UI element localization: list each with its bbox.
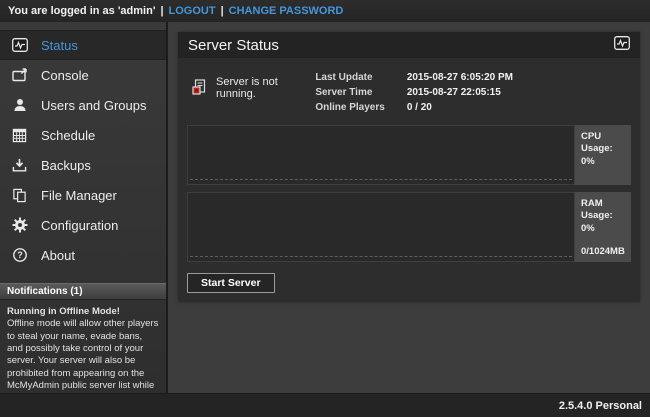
info-value: 2015-08-27 6:05:20 PM [407,70,513,85]
info-value: 0 / 20 [407,100,513,115]
sidebar-item-users-and-groups[interactable]: Users and Groups [0,90,166,120]
sidebar-item-label: Users and Groups [41,98,147,113]
sidebar-item-file-manager[interactable]: File Manager [0,180,166,210]
graph-baseline [190,179,572,180]
backups-icon [11,157,28,174]
sidebar-item-label: Configuration [41,218,118,233]
cpu-usage-graph [187,125,575,185]
panel-header: Server Status [178,32,640,58]
svg-text:?: ? [17,250,23,260]
table-row: Server Time 2015-08-27 22:05:15 [315,85,513,100]
server-status-panel: Server Status Server is not running. [178,32,640,302]
main-content: Server Status Server is not running. [168,22,650,393]
separator: | [221,5,224,17]
cpu-usage-info: CPU Usage: 0% [575,125,631,185]
users-icon [11,97,28,114]
server-status-message: Server is not running. [191,70,315,100]
sidebar-item-about[interactable]: ? About [0,240,166,270]
info-label: Last Update [315,70,406,85]
sidebar: Status Console Users and Groups [0,22,168,393]
table-row: Last Update 2015-08-27 6:05:20 PM [315,70,513,85]
ram-usage-info: RAM Usage: 0% 0/1024MB [575,192,631,262]
schedule-icon [11,127,28,144]
footer: 2.5.4.0 Personal [0,393,650,417]
status-info-row: Server is not running. Last Update 2015-… [187,66,631,125]
sidebar-item-backups[interactable]: Backups [0,150,166,180]
table-row: Online Players 0 / 20 [315,100,513,115]
sidebar-item-label: About [41,248,75,263]
change-password-link[interactable]: CHANGE PASSWORD [229,5,344,17]
activity-icon [11,37,28,54]
help-icon: ? [11,247,28,264]
sidebar-item-label: Console [41,68,89,83]
file-manager-icon [11,187,28,204]
ram-usage-value: 0% [581,223,627,235]
logged-in-text: You are logged in as 'admin' [8,5,155,17]
server-info-table: Last Update 2015-08-27 6:05:20 PM Server… [315,70,513,115]
sidebar-item-label: File Manager [41,188,117,203]
topbar: You are logged in as 'admin' | LOGOUT | … [0,0,650,22]
server-stopped-icon [191,79,207,98]
notifications-header: Notifications (1) [0,283,166,300]
graph-baseline [190,256,572,257]
sidebar-item-label: Schedule [41,128,95,143]
console-icon [11,67,28,84]
cpu-graph-row: CPU Usage: 0% [187,125,631,185]
notifications-panel: Notifications (1) Running in Offline Mod… [0,283,166,411]
info-label: Server Time [315,85,406,100]
sidebar-item-schedule[interactable]: Schedule [0,120,166,150]
sidebar-item-configuration[interactable]: Configuration [0,210,166,240]
info-value: 2015-08-27 22:05:15 [407,85,513,100]
sidebar-item-status[interactable]: Status [0,30,166,60]
sidebar-item-console[interactable]: Console [0,60,166,90]
gear-icon [11,217,28,234]
activity-icon [614,36,630,55]
mcmyadmin-app: You are logged in as 'admin' | LOGOUT | … [0,0,650,417]
panel-body: Server is not running. Last Update 2015-… [178,58,640,302]
logout-link[interactable]: LOGOUT [169,5,216,17]
sidebar-nav: Status Console Users and Groups [0,22,166,270]
server-status-text: Server is not running. [216,76,315,100]
version-text: 2.5.4.0 Personal [559,400,642,412]
ram-usage-graph [187,192,575,262]
ram-usage-label: RAM Usage: [581,198,627,223]
notification-text: Offline mode will allow other players to… [7,318,159,404]
cpu-usage-value: 0% [581,156,627,168]
sidebar-item-label: Status [41,38,78,53]
sidebar-item-label: Backups [41,158,91,173]
page-title: Server Status [188,37,279,54]
notification-title: Running in Offline Mode! [7,306,159,318]
separator: | [160,5,163,17]
start-server-button[interactable]: Start Server [187,273,275,293]
cpu-usage-label: CPU Usage: [581,131,627,156]
ram-usage-detail: 0/1024MB [581,246,627,258]
info-label: Online Players [315,100,406,115]
ram-graph-row: RAM Usage: 0% 0/1024MB [187,192,631,262]
